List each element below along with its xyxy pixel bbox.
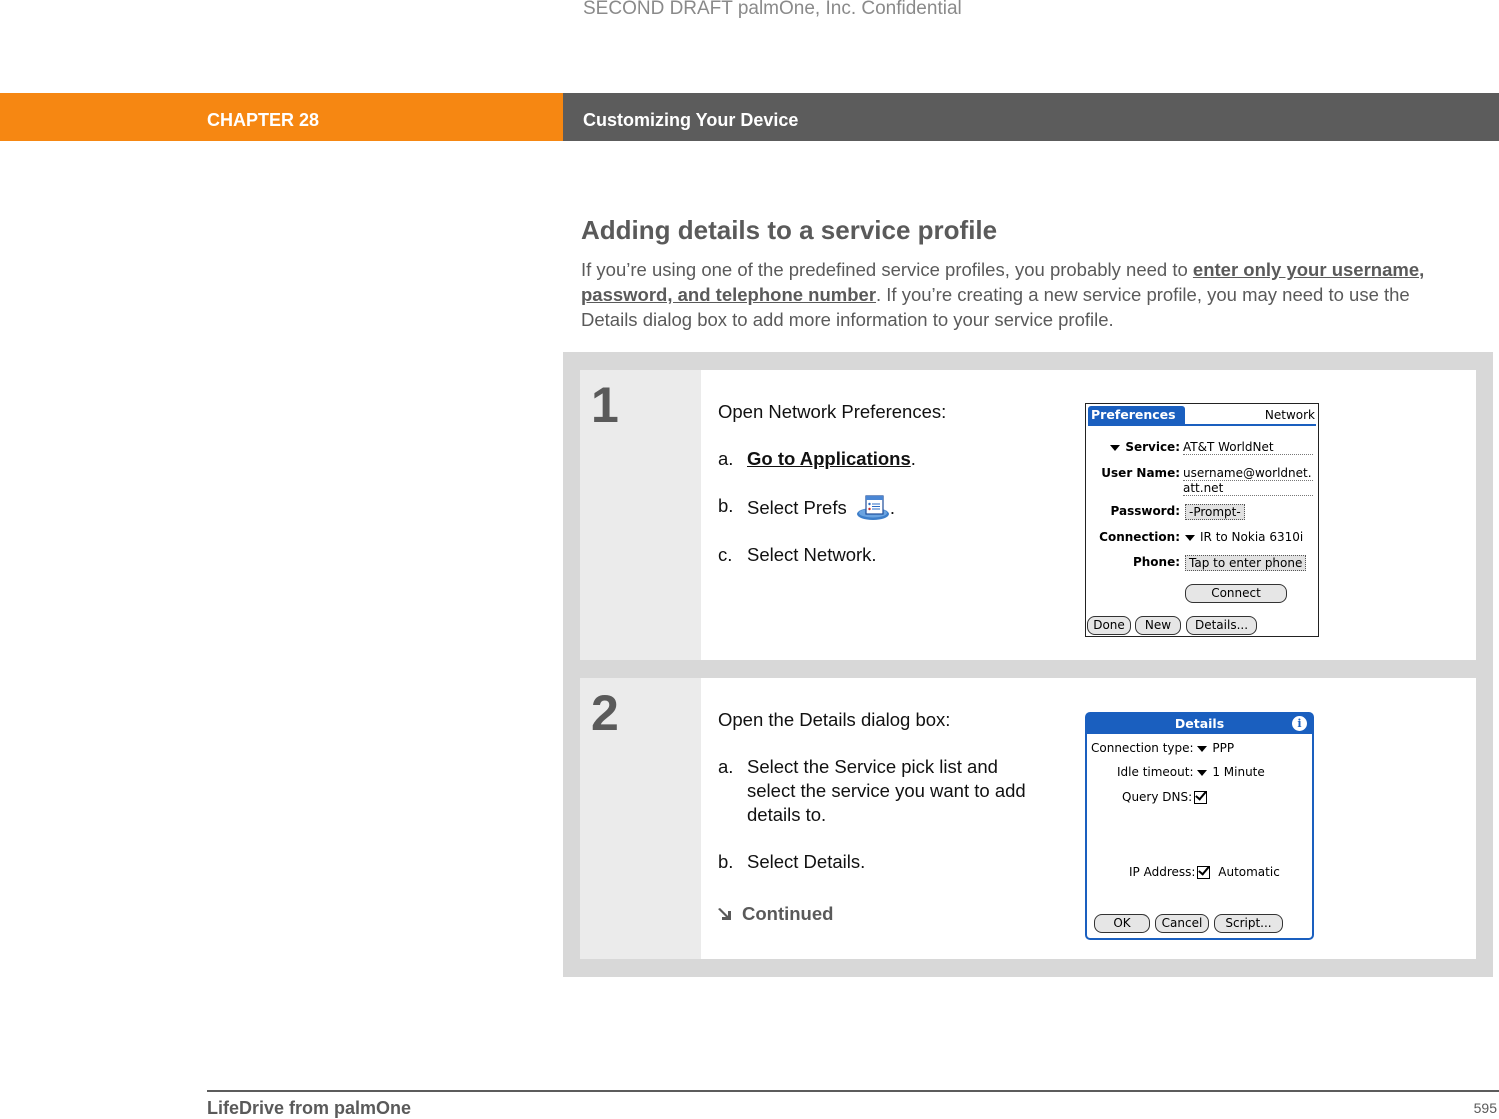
- chapter-label-block: CHAPTER 28: [0, 93, 563, 141]
- idle-timeout-value: 1 Minute: [1212, 765, 1265, 779]
- connection-picklist[interactable]: IR to Nokia 6310i: [1185, 530, 1303, 544]
- idle-timeout-picklist[interactable]: 1 Minute: [1197, 765, 1265, 779]
- go-to-applications-link[interactable]: Go to Applications: [747, 448, 911, 469]
- step-item: b. Select Prefs .: [718, 494, 1048, 520]
- intro-text-before: If you’re using one of the predefined se…: [581, 259, 1193, 280]
- connection-value: IR to Nokia 6310i: [1200, 530, 1304, 544]
- done-button[interactable]: Done: [1087, 616, 1131, 635]
- title-underline: [1088, 424, 1316, 426]
- field-label: Idle timeout:: [1117, 765, 1194, 779]
- script-button[interactable]: Script...: [1214, 914, 1283, 933]
- continued-arrow-icon: [718, 908, 731, 920]
- preferences-tab-title: Preferences: [1088, 406, 1185, 424]
- step-number: 2: [591, 685, 619, 741]
- steps-panel: 1 Open Network Preferences: a. Go to App…: [563, 352, 1493, 977]
- chapter-label: CHAPTER 28: [207, 110, 320, 130]
- idle-timeout-row: Idle timeout: 1 Minute: [1117, 765, 1265, 779]
- step-number-column: 2: [580, 678, 701, 959]
- step-number: 1: [591, 377, 619, 433]
- password-field[interactable]: -Prompt-: [1185, 504, 1245, 520]
- new-button[interactable]: New: [1135, 616, 1181, 635]
- username-field-line2[interactable]: att.net: [1183, 481, 1313, 496]
- field-label: Connection type:: [1091, 741, 1194, 755]
- category-picker[interactable]: Network: [1265, 408, 1315, 422]
- network-preferences-screen: Preferences Network Service: AT&T WorldN…: [1085, 403, 1319, 637]
- picklist-arrow-icon: [1110, 444, 1121, 451]
- book-title: LifeDrive from palmOne: [207, 1098, 412, 1118]
- prefs-app-icon: [856, 495, 889, 520]
- continued-label: Continued: [742, 903, 834, 924]
- section-title: Adding details to a service profile: [581, 215, 998, 245]
- item-text: Select the Service pick list and select …: [747, 756, 1026, 825]
- continued-indicator: Continued: [718, 902, 1048, 926]
- item-label: c.: [718, 544, 733, 565]
- item-text: Select Prefs: [747, 497, 847, 518]
- details-dialog-title: Details i: [1087, 714, 1312, 734]
- intro-paragraph: If you’re using one of the predefined se…: [581, 257, 1471, 332]
- query-dns-checkbox[interactable]: [1194, 791, 1208, 804]
- step-item: c. Select Network.: [718, 543, 1048, 567]
- dialog-title-text: Details: [1174, 716, 1225, 731]
- item-punct: .: [889, 497, 896, 518]
- item-label: b.: [718, 851, 734, 872]
- draft-watermark: SECOND DRAFT palmOne, Inc. Confidential: [583, 0, 962, 19]
- field-label: IP Address:: [1129, 865, 1196, 879]
- field-label: Phone:: [1132, 555, 1180, 569]
- step-item: a. Go to Applications.: [718, 447, 1048, 471]
- username-field[interactable]: username@worldnet.: [1183, 466, 1313, 481]
- connect-button[interactable]: Connect: [1185, 584, 1287, 603]
- ok-button[interactable]: OK: [1094, 914, 1150, 933]
- item-punct: .: [910, 448, 916, 469]
- service-value: AT&T WorldNet: [1183, 440, 1313, 455]
- phone-field[interactable]: Tap to enter phone: [1185, 555, 1307, 571]
- item-label: a.: [718, 756, 734, 777]
- page-number: 595: [1473, 1100, 1497, 1116]
- item-label: b.: [718, 495, 734, 516]
- step-2: 2 Open the Details dialog box: a. Select…: [580, 678, 1476, 959]
- connection-type-row: Connection type: PPP: [1091, 741, 1234, 755]
- step-item: b. Select Details.: [718, 850, 1048, 874]
- field-label: User Name:: [1101, 466, 1180, 480]
- item-text: Select Network.: [747, 544, 877, 565]
- step-heading: Open the Details dialog box:: [718, 709, 951, 730]
- service-picklist[interactable]: Service:: [1086, 440, 1180, 454]
- cancel-button[interactable]: Cancel: [1155, 914, 1209, 933]
- connection-type-picklist[interactable]: PPP: [1197, 741, 1234, 755]
- picklist-arrow-icon: [1197, 745, 1208, 752]
- picklist-arrow-icon: [1197, 769, 1208, 776]
- step-number-column: 1: [580, 370, 701, 660]
- field-label: Password:: [1110, 504, 1181, 518]
- ip-address-value: Automatic: [1218, 865, 1280, 879]
- step-1: 1 Open Network Preferences: a. Go to App…: [580, 370, 1476, 660]
- step-item: a. Select the Service pick list and sele…: [718, 755, 1048, 827]
- connection-type-value: PPP: [1212, 741, 1235, 755]
- field-label: Query DNS:: [1122, 790, 1193, 804]
- ip-address-checkbox[interactable]: [1197, 866, 1211, 879]
- footer-rule: [207, 1090, 1499, 1092]
- details-dialog-screen: Details i Connection type: PPP Idle time…: [1085, 712, 1314, 940]
- details-button[interactable]: Details...: [1186, 616, 1257, 635]
- picklist-arrow-icon: [1185, 534, 1195, 541]
- item-text: Select Details.: [747, 851, 866, 872]
- chapter-header: CHAPTER 28 Customizing Your Device: [0, 93, 1499, 141]
- field-label: Service:: [1125, 440, 1180, 454]
- ip-address-row: IP Address: Automatic: [1129, 865, 1280, 879]
- chapter-title: Customizing Your Device: [583, 110, 799, 130]
- query-dns-row: Query DNS:: [1122, 790, 1211, 804]
- field-label: Connection:: [1099, 530, 1180, 544]
- step-instructions: Open Network Preferences: a. Go to Appli…: [718, 400, 1048, 567]
- item-label: a.: [718, 448, 734, 469]
- step-heading: Open Network Preferences:: [718, 401, 947, 422]
- info-icon[interactable]: i: [1292, 716, 1307, 731]
- step-instructions: Open the Details dialog box: a. Select t…: [718, 708, 1048, 926]
- chapter-title-block: Customizing Your Device: [563, 93, 1499, 141]
